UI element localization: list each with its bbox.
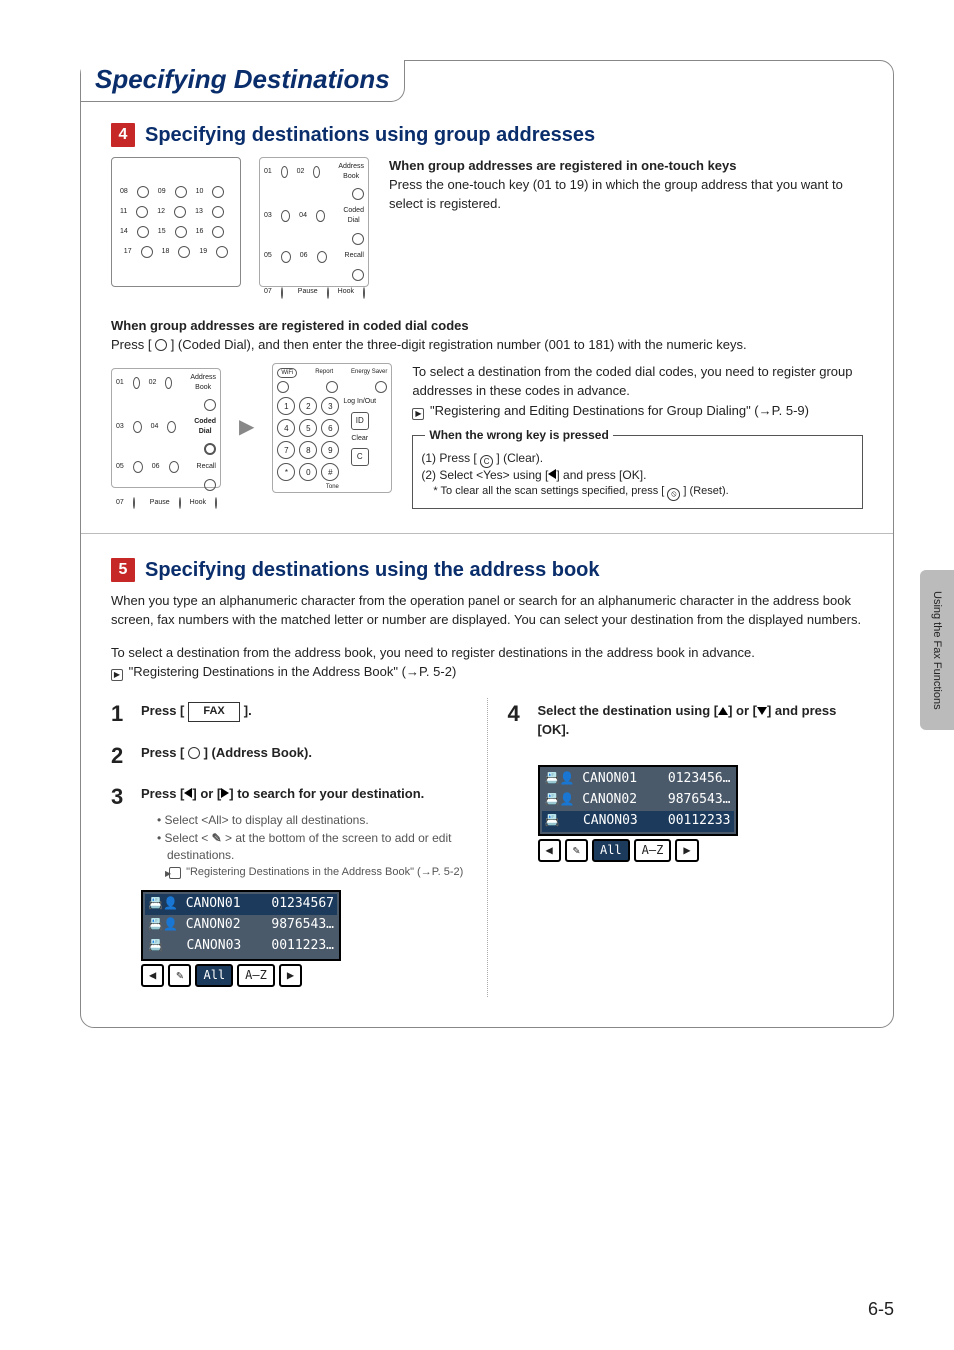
substep-2: 2 Press [ ] (Address Book). (111, 740, 467, 772)
onetouch-heading: When group addresses are registered in o… (389, 157, 863, 176)
step4-badge: 4 (111, 123, 135, 147)
s3-bullet2: • Select < ✎ > at the bottom of the scre… (157, 830, 467, 865)
s3-c: ] to search for your destination. (229, 786, 424, 801)
note-icon: ▶ (111, 669, 123, 681)
display-step4: 📇👤 CANON010123456… 📇👤 CANON029876543… 📇 … (538, 765, 864, 862)
wrong-l3: * To clear all the scan settings specifi… (421, 484, 854, 500)
edit-btn: ✎ (565, 839, 588, 862)
s1-b: ]. (244, 703, 252, 718)
side-tab-text: Using the Fax Functions (931, 591, 943, 710)
section-title: Specifying Destinations (81, 60, 405, 102)
fax-key: FAX (188, 702, 239, 722)
s1-a: Press [ (141, 703, 184, 718)
coded-intro: Press [ ] (Coded Dial), and then enter t… (111, 336, 863, 355)
s2-b: ] (Address Book). (200, 745, 312, 760)
clear-key-icon: C (480, 455, 493, 468)
edit-icon: ✎ (212, 831, 222, 845)
wrong-l1: (1) Press [ C ] (Clear). (421, 450, 854, 467)
coded-intro-a: Press [ (111, 337, 155, 352)
substep-4-num: 4 (508, 698, 528, 730)
all-btn: All (592, 839, 630, 862)
onetouch-body: Press the one-touch key (01 to 19) in wh… (389, 176, 863, 214)
substep-3: 3 Press [ ] or [ ] to search for your dest… (111, 781, 467, 987)
s3-bullet-ref: ▶ "Registering Destinations in the Addre… (169, 865, 467, 881)
substep-4: 4 Select the destination using [] or [] … (508, 698, 864, 863)
az-btn: A–Z (237, 964, 275, 987)
step4-head: 4 Specifying destinations using group ad… (111, 123, 863, 147)
az-btn: A–Z (634, 839, 672, 862)
note-icon: ▶ (169, 867, 181, 879)
edit-btn: ✎ (168, 964, 191, 987)
note-icon: ▶ (412, 408, 424, 420)
arrow-right-icon: ▶ (239, 413, 254, 442)
s3-bullet1: • Select <All> to display all destinatio… (157, 812, 467, 829)
side-tab: Using the Fax Functions (920, 570, 954, 730)
nav-left-btn: ◀ (538, 839, 561, 862)
section-frame: Specifying Destinations 4 Specifying des… (80, 60, 894, 1028)
reset-key-icon: ⦸ (667, 488, 680, 501)
nav-right-btn: ▶ (675, 839, 698, 862)
s2-a: Press [ (141, 745, 188, 760)
step5-ref-text: "Registering Destinations in the Address… (129, 664, 457, 679)
coded-para1: To select a destination from the coded d… (412, 363, 863, 401)
page-number: 6-5 (868, 1299, 894, 1320)
display-step3: 📇👤 CANON0101234567 📇👤 CANON029876543… 📇 … (141, 890, 467, 987)
nav-right-btn: ▶ (279, 964, 302, 987)
s3-b: ] or [ (192, 786, 221, 801)
step5-intro: When you type an alphanumeric character … (111, 592, 863, 630)
up-arrow-icon (718, 707, 728, 715)
step4-title: Specifying destinations using group addr… (145, 124, 595, 147)
s4-b: ] or [ (728, 703, 757, 718)
coded-intro-b: ] (Coded Dial), and then enter the three… (167, 337, 747, 352)
s3-a: Press [ (141, 786, 184, 801)
coded-ref: ▶ "Registering and Editing Destinations … (412, 402, 863, 421)
s4-a: Select the destination using [ (538, 703, 719, 718)
step5-ref: ▶ "Registering Destinations in the Addre… (111, 663, 863, 682)
substep-2-num: 2 (111, 740, 131, 772)
wrong-key-box: When the wrong key is pressed (1) Press … (412, 435, 863, 509)
nav-left-btn: ◀ (141, 964, 164, 987)
step5-note: To select a destination from the address… (111, 644, 863, 663)
substep-1-num: 1 (111, 698, 131, 730)
all-btn: All (195, 964, 233, 987)
coded-heading: When group addresses are registered in c… (111, 317, 863, 336)
step5-title: Specifying destinations using the addres… (145, 559, 600, 582)
wrong-key-title: When the wrong key is pressed (425, 427, 612, 444)
down-arrow-icon (757, 707, 767, 715)
substep-1: 1 Press [ FAX]. (111, 698, 467, 730)
step5-head: 5 Specifying destinations using the addr… (111, 558, 863, 582)
coded-dial-icon (155, 339, 167, 351)
substep-3-num: 3 (111, 781, 131, 813)
onetouch-illustration: 080910 111213 141516 171819 0102Address … (111, 157, 369, 287)
wrong-l2: (2) Select <Yes> using [] and press [OK]… (421, 467, 854, 484)
coded-ref-text: "Registering and Editing Destinations fo… (430, 403, 809, 418)
step5-badge: 5 (111, 558, 135, 582)
address-book-key-icon (188, 747, 200, 759)
coded-illustration: 0102Address Book 0304Coded Dial 0506Reca… (111, 363, 392, 493)
